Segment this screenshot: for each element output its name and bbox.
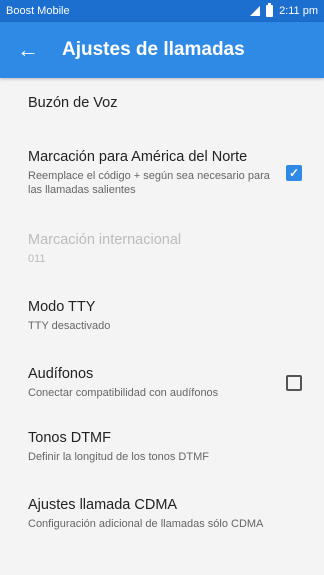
check-icon: ✓: [288, 166, 300, 180]
back-arrow-icon: ←: [17, 37, 39, 62]
setting-voicemail[interactable]: Buzón de Voz: [0, 78, 324, 128]
status-bar: Boost Mobile 2:11 pm: [0, 0, 324, 22]
signal-icon: [250, 6, 261, 16]
setting-title: Marcación internacional: [28, 232, 182, 248]
page-title: Ajustes de llamadas: [62, 39, 245, 60]
setting-subtitle: Definir la longitud de los tonos DTMF: [28, 451, 209, 463]
setting-title: Modo TTY: [28, 299, 96, 315]
setting-title: Audífonos: [28, 366, 94, 382]
setting-tty-mode[interactable]: Modo TTY TTY desactivado: [0, 280, 324, 352]
hearing-aids-checkbox[interactable]: [286, 375, 302, 391]
setting-dtmf-tones[interactable]: Tonos DTMF Definir la longitud de los to…: [0, 414, 324, 480]
setting-title: Marcación para América del Norte: [28, 149, 248, 165]
setting-cdma-call[interactable]: Ajustes llamada CDMA Configuración adici…: [0, 480, 324, 548]
carrier-name: Boost Mobile: [6, 5, 70, 17]
setting-international-dialing: Marcación internacional 011: [0, 218, 324, 280]
setting-title: Buzón de Voz: [28, 95, 118, 111]
setting-subtitle: Configuración adicional de llamadas sólo…: [28, 518, 264, 530]
setting-title: Ajustes llamada CDMA: [28, 497, 178, 513]
setting-title: Tonos DTMF: [28, 430, 111, 446]
settings-list: Buzón de Voz Marcación para América del …: [0, 78, 324, 548]
setting-subtitle: Reemplace el código + según sea necesari…: [28, 170, 270, 196]
back-button[interactable]: ←: [0, 22, 56, 78]
status-icons: 2:11 pm: [250, 3, 318, 17]
setting-north-america-dialing[interactable]: Marcación para América del Norte Reempla…: [0, 128, 324, 218]
setting-subtitle: Conectar compatibilidad con audífonos: [28, 387, 219, 399]
setting-subtitle: 011: [28, 253, 46, 265]
setting-subtitle: TTY desactivado: [28, 320, 111, 332]
setting-hearing-aids[interactable]: Audífonos Conectar compatibilidad con au…: [0, 352, 324, 414]
north-america-dialing-checkbox[interactable]: ✓: [286, 165, 302, 181]
app-bar: ← Ajustes de llamadas: [0, 22, 324, 78]
battery-icon: [266, 3, 274, 17]
status-time: 2:11 pm: [279, 5, 318, 17]
